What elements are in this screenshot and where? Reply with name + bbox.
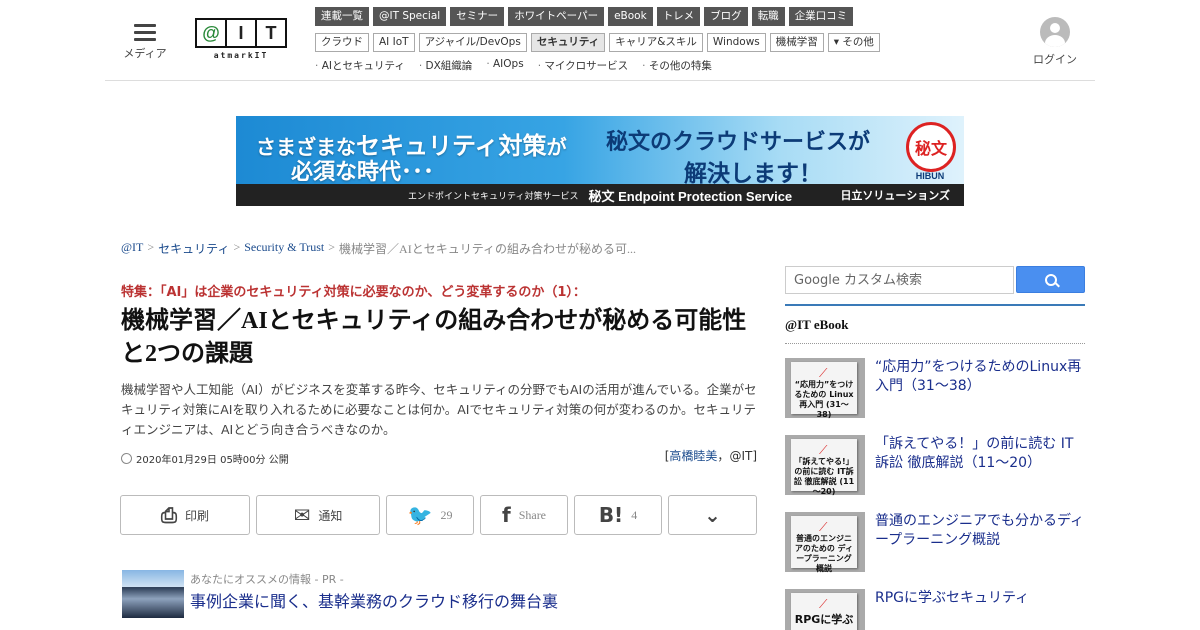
nav-item-toreme[interactable]: トレメ bbox=[656, 7, 701, 26]
user-avatar-icon bbox=[1040, 17, 1070, 47]
banner-right1: 秘文のクラウドサービスが bbox=[606, 130, 871, 155]
banner-line2: 必須な時代･･･ bbox=[291, 160, 435, 185]
breadcrumb-security-trust[interactable]: Security & Trust bbox=[244, 240, 324, 257]
ebook-item[interactable]: ⟋ 普通のエンジニアのための ディープラーニング 概説 普通のエンジニアでも分かる… bbox=[785, 512, 1085, 573]
topic-links: AIとセキュリティ DX組織論 AIOps マイクロサービス その他の特集 bbox=[315, 58, 712, 73]
media-menu-label: メディア bbox=[123, 47, 167, 60]
breadcrumb-sep: > bbox=[147, 240, 155, 254]
printer-icon: ⎙ bbox=[160, 503, 177, 527]
nav-item-reviews[interactable]: 企業口コミ bbox=[788, 7, 854, 26]
ebook-cover: ⟋ RPGに学ぶ bbox=[785, 589, 865, 630]
pr-article-link[interactable]: 事例企業に聞く、基幹業務のクラウド移行の舞台裏 bbox=[190, 588, 558, 612]
hamburger-icon bbox=[134, 24, 156, 41]
category-nav: クラウド AI IoT アジャイル/DevOps セキュリティ キャリア&スキル… bbox=[315, 33, 880, 52]
breadcrumb-sep: > bbox=[233, 240, 241, 254]
media-menu-button[interactable]: メディア bbox=[120, 20, 170, 61]
nav-item-series[interactable]: 連載一覧 bbox=[315, 7, 369, 26]
login-label: ログイン bbox=[1033, 53, 1077, 66]
nav-item-seminar[interactable]: セミナー bbox=[450, 7, 505, 26]
ebook-item[interactable]: ⟋ “応用力”をつけるための Linux再入門 (31～38) “応用力”をつける… bbox=[785, 358, 1085, 419]
notify-button[interactable]: ✉ 通知 bbox=[256, 495, 380, 535]
pdf-icon: ⟋ bbox=[819, 520, 828, 534]
topic-dx[interactable]: DX組織論 bbox=[419, 58, 473, 73]
pdf-icon: ⟋ bbox=[819, 443, 828, 457]
category-security[interactable]: セキュリティ bbox=[530, 33, 606, 52]
logo-subtitle: atmarkIT bbox=[213, 51, 269, 60]
ebook-cover: ⟋ “応用力”をつけるための Linux再入門 (31～38) bbox=[785, 358, 865, 419]
nav-item-job[interactable]: 転職 bbox=[751, 7, 785, 26]
login-button[interactable]: ログイン bbox=[1030, 17, 1080, 67]
topic-microservices[interactable]: マイクロサービス bbox=[538, 58, 628, 73]
twitter-icon: 🐦 bbox=[407, 503, 433, 527]
logo-cell: T bbox=[265, 22, 277, 43]
search-input[interactable] bbox=[785, 266, 1014, 294]
article-lead: 機械学習や人工知能（AI）がビジネスを変革する昨今、セキュリティの分野でもAIの… bbox=[121, 382, 757, 437]
ebook-item[interactable]: ⟋ 「訴えてやる!」の前に読む IT訴訟 徹底解説 (11～20) 「訴えてやる！… bbox=[785, 435, 1085, 496]
site-logo[interactable]: @ I T atmarkIT bbox=[195, 18, 287, 60]
hibun-label: HIBUN bbox=[915, 171, 945, 181]
pocket-icon: ⌄ bbox=[704, 503, 721, 527]
nav-item-whitepaper[interactable]: ホワイトペーパー bbox=[508, 7, 605, 26]
author-link[interactable]: 高橋睦美 bbox=[669, 449, 717, 463]
ebook-heading: @IT eBook bbox=[785, 304, 1085, 344]
category-ai-iot[interactable]: AI IoT bbox=[373, 33, 415, 52]
hatena-bookmark-button[interactable]: B! 4 bbox=[574, 495, 662, 535]
category-cloud[interactable]: クラウド bbox=[315, 33, 369, 52]
article-title: 機械学習／AIとセキュリティの組み合わせが秘める可能性と2つの課題 bbox=[121, 308, 747, 367]
pr-thumbnail[interactable] bbox=[122, 570, 184, 618]
category-agile-devops[interactable]: アジャイル/DevOps bbox=[418, 33, 527, 52]
pdf-icon: ⟋ bbox=[819, 366, 828, 380]
breadcrumb-security[interactable]: セキュリティ bbox=[158, 240, 229, 257]
twitter-share-button[interactable]: 🐦 29 bbox=[386, 495, 474, 535]
pocket-button[interactable]: ⌄ bbox=[668, 495, 757, 535]
author-credit: [高橋睦美，@IT] bbox=[664, 449, 757, 463]
ebook-title[interactable]: 普通のエンジニアでも分かるディープラーニング概説 bbox=[875, 512, 1085, 572]
clock-icon bbox=[121, 453, 132, 464]
breadcrumb-sep: > bbox=[328, 240, 336, 254]
facebook-icon: f bbox=[501, 503, 511, 527]
mail-plus-icon: ✉ bbox=[293, 503, 311, 527]
ebook-title[interactable]: 「訴えてやる！」の前に読む IT訴訟 徹底解説（11～20） bbox=[875, 435, 1085, 495]
primary-nav: 連載一覧 @IT Special セミナー ホワイトペーパー eBook トレメ… bbox=[315, 7, 854, 26]
ebook-cover: ⟋ 「訴えてやる!」の前に読む IT訴訟 徹底解説 (11～20) bbox=[785, 435, 865, 496]
publish-date: 2020年01月29日 05時00分 公開 bbox=[121, 451, 289, 466]
nav-item-blog[interactable]: ブログ bbox=[704, 7, 748, 26]
search-button[interactable] bbox=[1016, 266, 1085, 293]
facebook-share-button[interactable]: f Share bbox=[480, 495, 568, 535]
breadcrumb-home[interactable]: @IT bbox=[121, 240, 143, 257]
topic-others[interactable]: その他の特集 bbox=[642, 58, 712, 73]
category-ml[interactable]: 機械学習 bbox=[769, 33, 824, 52]
hibun-seal-icon: 秘文 bbox=[906, 122, 956, 172]
ebook-title[interactable]: RPGに学ぶセキュリティ bbox=[875, 589, 1029, 630]
breadcrumb-current: 機械学習／AIとセキュリティの組み合わせが秘める可... bbox=[339, 242, 636, 256]
banner-right2: 解決します！ bbox=[684, 161, 822, 187]
nav-item-special[interactable]: @IT Special bbox=[373, 7, 447, 26]
category-other-dropdown[interactable]: ▾ その他 bbox=[827, 33, 880, 52]
logo-cell: @ bbox=[197, 20, 227, 46]
ad-banner[interactable]: さまざまなセキュリティ対策が 必須な時代･･･ 秘文のクラウドサービスが 解決し… bbox=[236, 116, 964, 206]
site-search bbox=[785, 266, 1085, 294]
category-windows[interactable]: Windows bbox=[706, 33, 766, 52]
pr-label: あなたにオススメの情報 - PR - bbox=[190, 573, 344, 586]
topic-aiops[interactable]: AIOps bbox=[486, 58, 524, 73]
logo-cell: I bbox=[227, 20, 257, 46]
pdf-icon: ⟋ bbox=[819, 597, 828, 611]
category-career[interactable]: キャリア&スキル bbox=[609, 33, 703, 52]
article-kicker: 特集：「AI」は企業のセキュリティ対策に必要なのか、どう変革するのか（1）： bbox=[121, 285, 586, 300]
nav-item-ebook[interactable]: eBook bbox=[608, 7, 653, 26]
print-button[interactable]: ⎙ 印刷 bbox=[120, 495, 250, 535]
breadcrumb: @IT > セキュリティ > Security & Trust > 機械学習／A… bbox=[121, 240, 636, 257]
ebook-cover: ⟋ 普通のエンジニアのための ディープラーニング 概説 bbox=[785, 512, 865, 573]
ebook-item[interactable]: ⟋ RPGに学ぶ RPGに学ぶセキュリティ bbox=[785, 589, 1085, 630]
hatena-icon: B! bbox=[598, 503, 624, 527]
header-divider bbox=[105, 80, 1095, 81]
banner-footer: エンドポイントセキュリティ対策サービス 秘文 Endpoint Protecti… bbox=[236, 184, 964, 206]
ebook-title[interactable]: “応用力”をつけるためのLinux再入門（31～38） bbox=[875, 358, 1085, 418]
topic-ai-security[interactable]: AIとセキュリティ bbox=[315, 58, 405, 73]
